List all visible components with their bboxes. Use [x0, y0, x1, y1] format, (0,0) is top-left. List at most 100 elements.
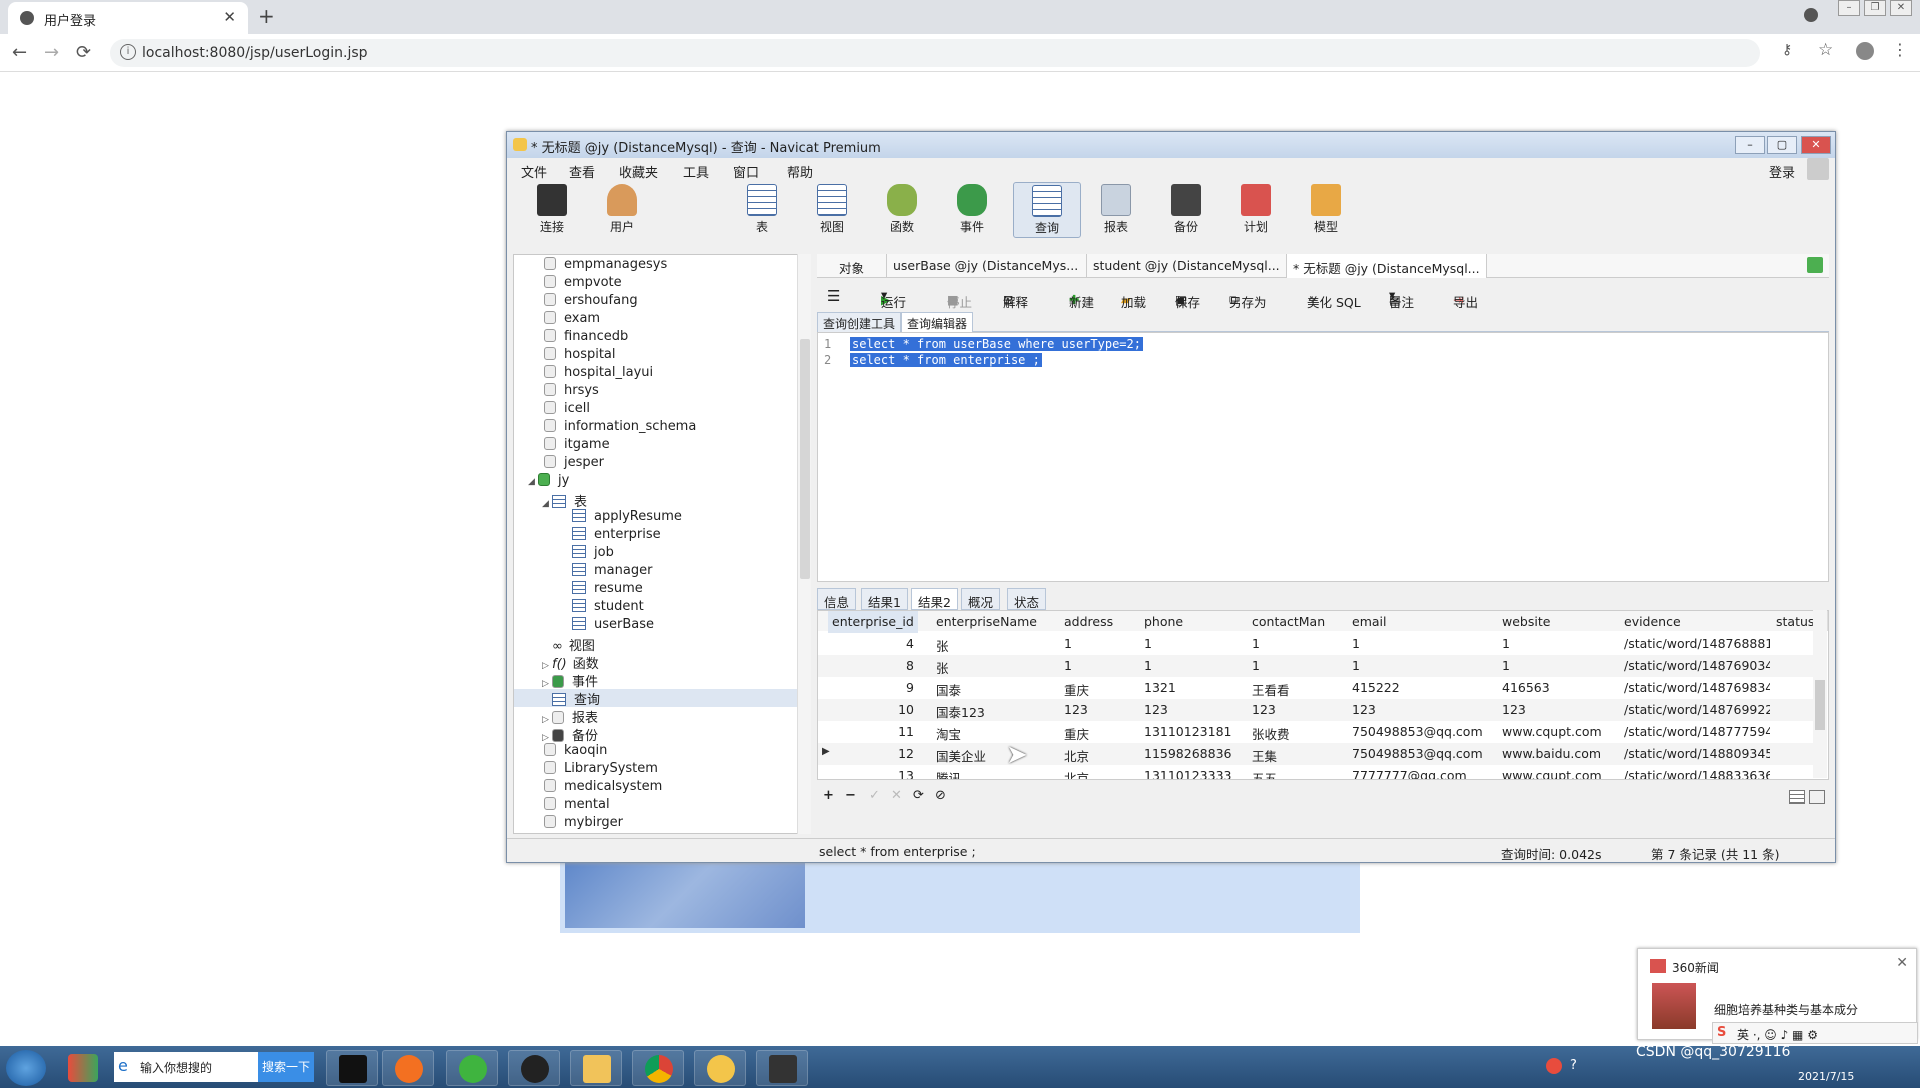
- cell-name[interactable]: 国泰123: [932, 699, 989, 721]
- cell-contact[interactable]: 五五: [1248, 765, 1281, 779]
- view-button[interactable]: 视图: [803, 182, 861, 238]
- tree-db-item[interactable]: information_schema: [544, 419, 696, 437]
- cell-contact[interactable]: 1: [1248, 633, 1264, 655]
- cell-website[interactable]: 123: [1498, 699, 1530, 721]
- column-header[interactable]: email: [1348, 611, 1390, 633]
- tree-scroll-thumb[interactable]: [800, 339, 810, 579]
- backup-button[interactable]: 备份: [1157, 182, 1215, 238]
- cell-address[interactable]: 重庆: [1060, 677, 1093, 699]
- tab-student[interactable]: student @jy (DistanceMysql...: [1087, 254, 1287, 278]
- app-launcher-icon[interactable]: [68, 1054, 98, 1082]
- cell-address[interactable]: 123: [1060, 699, 1092, 721]
- cell-contact[interactable]: 王看看: [1248, 677, 1294, 699]
- tab-query-builder[interactable]: 查询创建工具: [817, 312, 902, 332]
- login-link[interactable]: 登录: [1769, 162, 1795, 181]
- cell-phone[interactable]: 11598268836: [1140, 743, 1235, 765]
- schedule-button[interactable]: 计划: [1227, 182, 1285, 238]
- connect-button[interactable]: 连接: [523, 182, 581, 238]
- tree-db-item[interactable]: financedb: [544, 329, 628, 347]
- cell-phone[interactable]: 1: [1140, 655, 1156, 677]
- table-row[interactable]: 13 腾讯 北京 13110123333 五五 7777777@qq.com w…: [818, 765, 1814, 779]
- tree-table-item[interactable]: resume: [572, 581, 643, 599]
- new-tab-icon[interactable]: [1807, 257, 1823, 273]
- cell-name[interactable]: 张: [932, 633, 953, 655]
- collapse-arrow-icon[interactable]: ◢: [542, 499, 552, 509]
- model-button[interactable]: 模型: [1297, 182, 1355, 238]
- tree-db-item[interactable]: mybirger: [544, 815, 623, 833]
- restore-icon[interactable]: ❐: [1864, 0, 1886, 16]
- tab-result2[interactable]: 结果2: [911, 588, 958, 610]
- column-header[interactable]: address: [1060, 611, 1117, 633]
- add-record-icon[interactable]: +: [823, 788, 834, 803]
- cell-name[interactable]: 张: [932, 655, 953, 677]
- cell-email[interactable]: 7777777@qq.com: [1348, 765, 1471, 779]
- cell-website[interactable]: www.cqupt.com: [1498, 765, 1606, 779]
- cell-phone[interactable]: 13110123181: [1140, 721, 1235, 743]
- column-header[interactable]: website: [1498, 611, 1554, 633]
- table-row[interactable]: 9 国泰 重庆 1321 王看看 415222 416563 /static/w…: [818, 677, 1814, 699]
- table-row[interactable]: 8 张 1 1 1 1 1 /static/word/14876903494: [818, 655, 1814, 677]
- tree-db-item[interactable]: empvote: [544, 275, 622, 293]
- cell-id[interactable]: 12: [828, 743, 918, 765]
- tree-db-item[interactable]: kaoqin: [544, 743, 607, 761]
- close-icon[interactable]: ✕: [1890, 0, 1912, 16]
- taskbar-search-button[interactable]: 搜索一下: [258, 1052, 314, 1082]
- column-header[interactable]: status: [1772, 611, 1818, 633]
- cell-evidence[interactable]: /static/word/14876992235: [1620, 699, 1770, 721]
- column-header[interactable]: phone: [1140, 611, 1187, 633]
- tab-result1[interactable]: 结果1: [861, 588, 908, 610]
- tree-tables-node[interactable]: ◢ 表: [542, 491, 587, 510]
- help-icon[interactable]: ?: [1570, 1058, 1577, 1073]
- column-header[interactable]: enterprise_id: [828, 611, 918, 633]
- taskbar-firefox[interactable]: [382, 1050, 434, 1086]
- expand-arrow-icon[interactable]: ▷: [542, 679, 552, 689]
- cell-address[interactable]: 1: [1060, 633, 1076, 655]
- taskbar-wechat[interactable]: [446, 1050, 498, 1086]
- bookmark-star-icon[interactable]: ☆: [1818, 40, 1833, 60]
- run-button[interactable]: ▶ 运行 ▾: [881, 287, 906, 310]
- cell-address[interactable]: 北京: [1060, 765, 1093, 779]
- forward-icon[interactable]: →: [44, 42, 59, 63]
- tab-objects[interactable]: 对象: [817, 254, 887, 278]
- tree-db-jy[interactable]: ◢ jy: [528, 473, 569, 491]
- refresh-icon[interactable]: ⟳: [913, 788, 924, 803]
- user-button[interactable]: 用户: [593, 182, 651, 238]
- cell-email[interactable]: 750498853@qq.com: [1348, 721, 1487, 743]
- cell-id[interactable]: 13: [828, 765, 918, 779]
- tree-backups-node[interactable]: ▷ 备份: [542, 725, 598, 744]
- navicat-minimize-button[interactable]: –: [1735, 136, 1765, 154]
- cell-email[interactable]: 750498853@qq.com: [1348, 743, 1487, 765]
- taskbar-eclipse[interactable]: [508, 1050, 560, 1086]
- navicat-close-button[interactable]: ✕: [1801, 136, 1831, 154]
- tree-db-item[interactable]: exam: [544, 311, 600, 329]
- cell-email[interactable]: 1: [1348, 633, 1364, 655]
- menu-view[interactable]: 查看: [569, 162, 595, 181]
- report-button[interactable]: 报表: [1087, 182, 1145, 238]
- menu-file[interactable]: 文件: [521, 162, 547, 181]
- cell-name[interactable]: 国泰: [932, 677, 965, 699]
- query-button[interactable]: 查询: [1013, 182, 1081, 238]
- cell-website[interactable]: www.cqupt.com: [1498, 721, 1606, 743]
- tab-untitled-query[interactable]: * 无标题 @jy (DistanceMysql...: [1287, 254, 1487, 278]
- menu-tools[interactable]: 工具: [683, 162, 709, 181]
- cell-id[interactable]: 10: [828, 699, 918, 721]
- comment-button[interactable]: ▤ 备注 ▾: [1389, 287, 1414, 310]
- tree-events-node[interactable]: ▷ 事件: [542, 671, 598, 690]
- cell-website[interactable]: 416563: [1498, 677, 1554, 699]
- tree-table-item[interactable]: job: [572, 545, 614, 563]
- cell-evidence[interactable]: /static/word/14876888125: [1620, 633, 1770, 655]
- url-field[interactable]: i localhost:8080/jsp/userLogin.jsp: [110, 39, 1760, 67]
- ime-mode-icon[interactable]: 英 ·, ☺ ♪ ▦ ⚙: [1737, 1026, 1818, 1043]
- key-icon[interactable]: ⚷: [1782, 42, 1792, 58]
- tree-db-item[interactable]: itgame: [544, 437, 610, 455]
- cell-email[interactable]: 415222: [1348, 677, 1404, 699]
- minimize-icon[interactable]: –: [1838, 0, 1860, 16]
- column-header[interactable]: contactMan: [1248, 611, 1329, 633]
- tree-views-node[interactable]: ∞ 视图: [552, 635, 595, 654]
- cell-contact[interactable]: 123: [1248, 699, 1280, 721]
- tree-db-item[interactable]: icell: [544, 401, 590, 419]
- close-tab-icon[interactable]: ✕: [223, 8, 236, 26]
- menu-help[interactable]: 帮助: [787, 162, 813, 181]
- tree-scrollbar[interactable]: [797, 254, 811, 834]
- close-notification-icon[interactable]: ✕: [1896, 955, 1908, 971]
